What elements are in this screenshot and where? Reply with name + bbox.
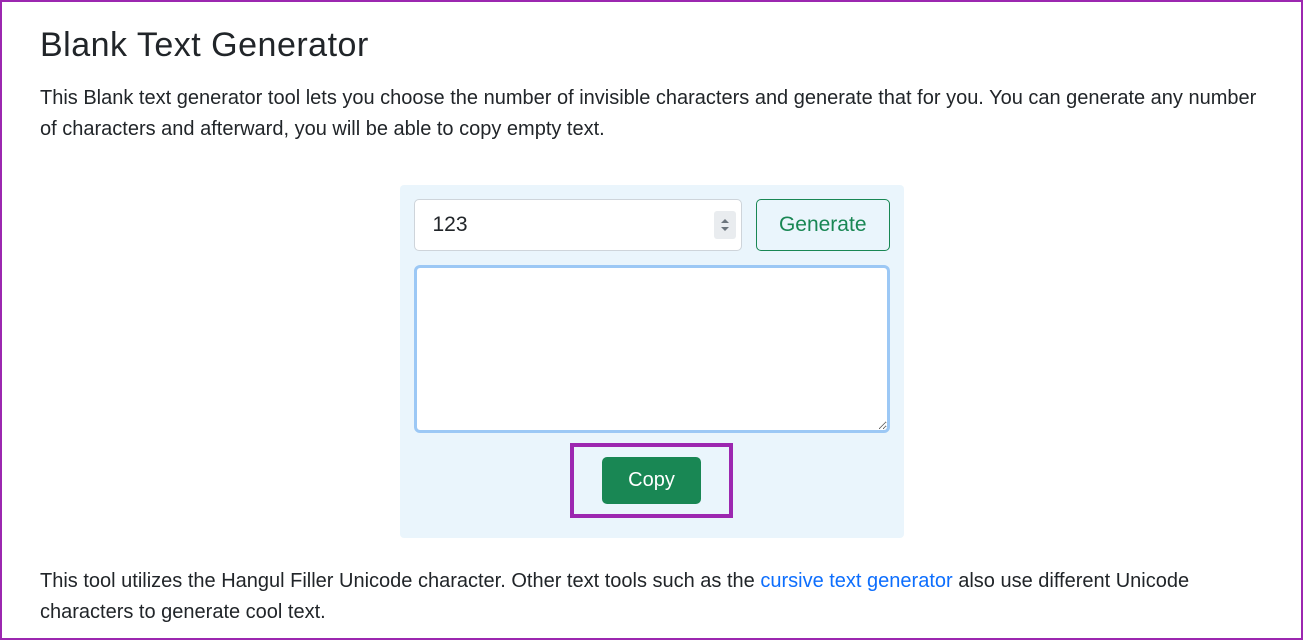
input-row: Generate	[414, 199, 890, 251]
generator-panel: Generate Copy	[400, 185, 904, 538]
footer-prefix: This tool utilizes the Hangul Filler Uni…	[40, 570, 760, 592]
copy-button[interactable]: Copy	[602, 457, 701, 504]
generate-button[interactable]: Generate	[756, 199, 890, 251]
page-title: Blank Text Generator	[40, 26, 1263, 65]
copy-highlight-box: Copy	[570, 443, 733, 518]
output-textarea[interactable]	[414, 265, 890, 433]
description-text: This Blank text generator tool lets you …	[40, 83, 1263, 145]
copy-row: Copy	[414, 445, 890, 520]
footer-text: This tool utilizes the Hangul Filler Uni…	[40, 566, 1263, 628]
number-spinner[interactable]	[714, 211, 736, 239]
number-input-wrapper	[414, 199, 742, 251]
page-frame: Blank Text Generator This Blank text gen…	[0, 0, 1303, 640]
cursive-generator-link[interactable]: cursive text generator	[760, 570, 952, 592]
character-count-input[interactable]	[414, 199, 742, 251]
chevron-up-icon	[721, 219, 729, 223]
chevron-down-icon	[721, 227, 729, 231]
